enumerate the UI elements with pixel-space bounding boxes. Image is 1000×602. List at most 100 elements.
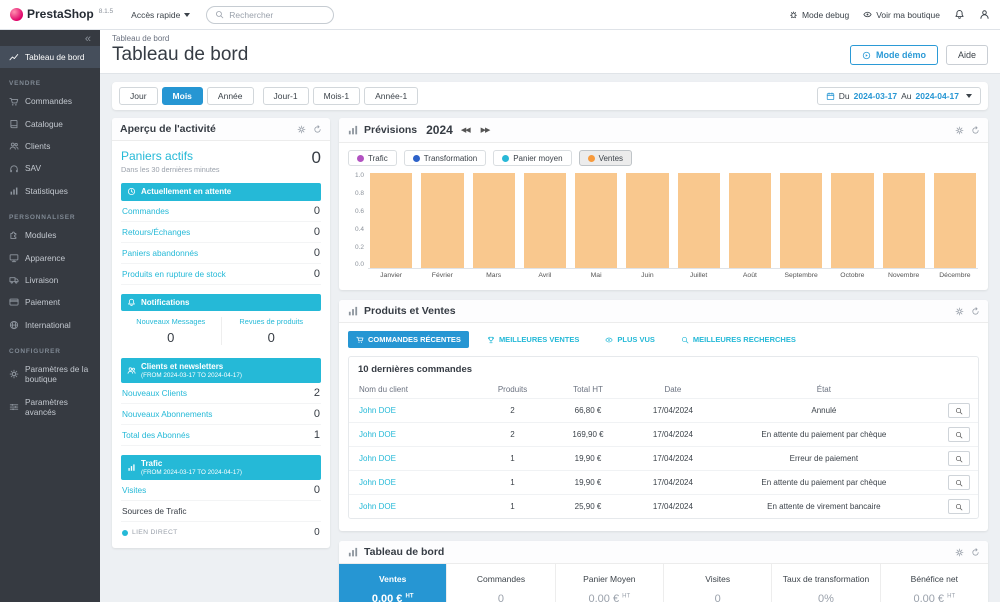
range-month-button[interactable]: Mois: [162, 87, 203, 105]
new-clients-link[interactable]: Nouveaux Clients: [122, 388, 187, 398]
sidebar-item-paiement[interactable]: Paiement: [0, 291, 100, 313]
sidebar-item-international[interactable]: International: [0, 314, 100, 336]
sidebar-item-livraison[interactable]: Livraison: [0, 269, 100, 291]
kpi-label: Panier Moyen: [560, 574, 659, 584]
sidebar-item-catalogue[interactable]: Catalogue: [0, 113, 100, 135]
range-year-button[interactable]: Année: [207, 87, 254, 105]
range-month-1-button[interactable]: Mois-1: [313, 87, 361, 105]
kpi-tile-panier-moyen[interactable]: Panier Moyen 0,00 € HT: [556, 564, 664, 602]
pending-paniers-link[interactable]: Paniers abandonnés: [122, 248, 198, 258]
view-shop-link[interactable]: Voir ma boutique: [863, 10, 940, 20]
sidebar-item-label: Paiement: [25, 297, 60, 307]
sidebar-item-label: Commandes: [25, 96, 72, 106]
gear-icon[interactable]: [297, 125, 306, 134]
debug-mode-toggle[interactable]: Mode debug: [789, 10, 849, 20]
forecast-bar: [780, 173, 822, 268]
order-client-link[interactable]: John DOE: [349, 399, 475, 423]
sidebar-item-dashboard[interactable]: Tableau de bord: [0, 46, 100, 68]
quick-access-dropdown[interactable]: Accès rapide: [131, 10, 190, 20]
view-order-button[interactable]: [948, 403, 970, 418]
breadcrumb[interactable]: Tableau de bord: [112, 34, 988, 43]
refresh-icon[interactable]: [971, 307, 980, 316]
gear-icon[interactable]: [955, 548, 964, 557]
tab-meilleures-recherches[interactable]: MEILLEURES RECHERCHES: [673, 331, 804, 348]
sidebar-item-parametres-boutique[interactable]: Paramètres de la boutique: [0, 358, 100, 391]
view-order-button[interactable]: [948, 451, 970, 466]
customers-row: Nouveaux Clients 2: [121, 383, 321, 404]
account-icon[interactable]: [979, 9, 990, 20]
range-day-1-button[interactable]: Jour-1: [263, 87, 309, 105]
pending-banner-title: Actuellement en attente: [141, 187, 231, 197]
sidebar-item-label: International: [25, 320, 71, 330]
date-range-picker[interactable]: Du 2024-03-17 Au 2024-04-17: [817, 87, 981, 105]
active-carts-link[interactable]: Paniers actifs: [121, 149, 220, 163]
refresh-icon[interactable]: [313, 125, 322, 134]
order-status: En attente de virement bancaire: [720, 495, 928, 519]
search-input[interactable]: [229, 10, 325, 20]
pending-rupture-link[interactable]: Produits en rupture de stock: [122, 269, 226, 279]
notif-messages-link[interactable]: Nouveaux Messages: [121, 317, 221, 326]
legend-transformation-toggle[interactable]: Transformation: [404, 150, 487, 166]
brand-name: PrestaShop: [27, 8, 94, 21]
visits-link[interactable]: Visites: [122, 485, 146, 495]
col-total: Total HT: [550, 381, 625, 399]
sidebar-item-parametres-avances[interactable]: Paramètres avancés: [0, 391, 100, 424]
kpi-tile-commandes[interactable]: Commandes 0: [447, 564, 555, 602]
pending-row: Retours/Échanges 0: [121, 222, 321, 243]
pending-retours-link[interactable]: Retours/Échanges: [122, 227, 190, 237]
search-icon: [215, 10, 224, 19]
kpi-tile-taux-transformation[interactable]: Taux de transformation 0%: [772, 564, 880, 602]
previous-year-button[interactable]: ◀◀: [458, 124, 473, 136]
tab-plus-vus[interactable]: PLUS VUS: [597, 331, 663, 348]
notif-reviews-link[interactable]: Revues de produits: [222, 317, 322, 326]
chart-icon: [347, 124, 359, 136]
sidebar-item-sav[interactable]: SAV: [0, 157, 100, 179]
help-button[interactable]: Aide: [946, 45, 988, 65]
view-order-button[interactable]: [948, 427, 970, 442]
order-client-link[interactable]: John DOE: [349, 471, 475, 495]
pending-commandes-link[interactable]: Commandes: [122, 206, 169, 216]
month-label: Avril: [524, 272, 566, 279]
refresh-icon[interactable]: [971, 126, 980, 135]
collapse-sidebar-button[interactable]: «: [0, 30, 100, 46]
kpi-tile-ventes[interactable]: Ventes 0,00 € HT: [339, 564, 447, 602]
sidebar-item-apparence[interactable]: Apparence: [0, 247, 100, 269]
bell-icon[interactable]: [954, 9, 965, 20]
next-year-button[interactable]: ▶▶: [478, 124, 493, 136]
order-client-link[interactable]: John DOE: [349, 423, 475, 447]
legend-panier-moyen-toggle[interactable]: Panier moyen: [493, 150, 571, 166]
demo-mode-button[interactable]: Mode démo: [850, 45, 938, 65]
new-subscriptions-link[interactable]: Nouveaux Abonnements: [122, 409, 212, 419]
sidebar-item-modules[interactable]: Modules: [0, 224, 100, 246]
range-year-1-button[interactable]: Année-1: [364, 87, 418, 105]
y-tick-label: 0.0: [347, 262, 364, 269]
forecast-month-labels: JanvierFévrierMarsAvrilMaiJuinJuilletAoû…: [370, 272, 976, 279]
legend-ventes-toggle[interactable]: Ventes: [579, 150, 632, 166]
tab-meilleures-ventes[interactable]: MEILLEURES VENTES: [479, 331, 587, 348]
range-day-button[interactable]: Jour: [119, 87, 158, 105]
sidebar-item-label: Paramètres avancés: [25, 397, 91, 418]
sidebar-item-commandes[interactable]: Commandes: [0, 90, 100, 112]
order-client-link[interactable]: John DOE: [349, 495, 475, 519]
legend-trafic-toggle[interactable]: Trafic: [348, 150, 397, 166]
view-order-button[interactable]: [948, 475, 970, 490]
order-client-link[interactable]: John DOE: [349, 447, 475, 471]
forecast-panel: Prévisions 2024 ◀◀ ▶▶: [339, 118, 988, 290]
kpi-label: Bénéfice net: [885, 574, 984, 584]
traffic-row: Visites 0: [121, 480, 321, 501]
sidebar-item-clients[interactable]: Clients: [0, 135, 100, 157]
total-subscribers-link[interactable]: Total des Abonnés: [122, 430, 190, 440]
refresh-icon[interactable]: [971, 548, 980, 557]
kpi-label: Commandes: [451, 574, 550, 584]
kpi-tile-benefice-net[interactable]: Bénéfice net 0,00 € HT: [881, 564, 988, 602]
tab-commandes-recentes[interactable]: COMMANDES RÉCENTES: [348, 331, 469, 348]
view-order-button[interactable]: [948, 499, 970, 514]
gear-icon[interactable]: [955, 307, 964, 316]
kpi-suffix: HT: [622, 593, 630, 599]
kpi-tile-visites[interactable]: Visites 0: [664, 564, 772, 602]
sidebar-item-label: Catalogue: [25, 119, 63, 129]
prestashop-logo[interactable]: PrestaShop 8.1.5: [10, 8, 113, 21]
order-qty: 1: [475, 447, 550, 471]
sidebar-item-statistiques[interactable]: Statistiques: [0, 180, 100, 202]
gear-icon[interactable]: [955, 126, 964, 135]
